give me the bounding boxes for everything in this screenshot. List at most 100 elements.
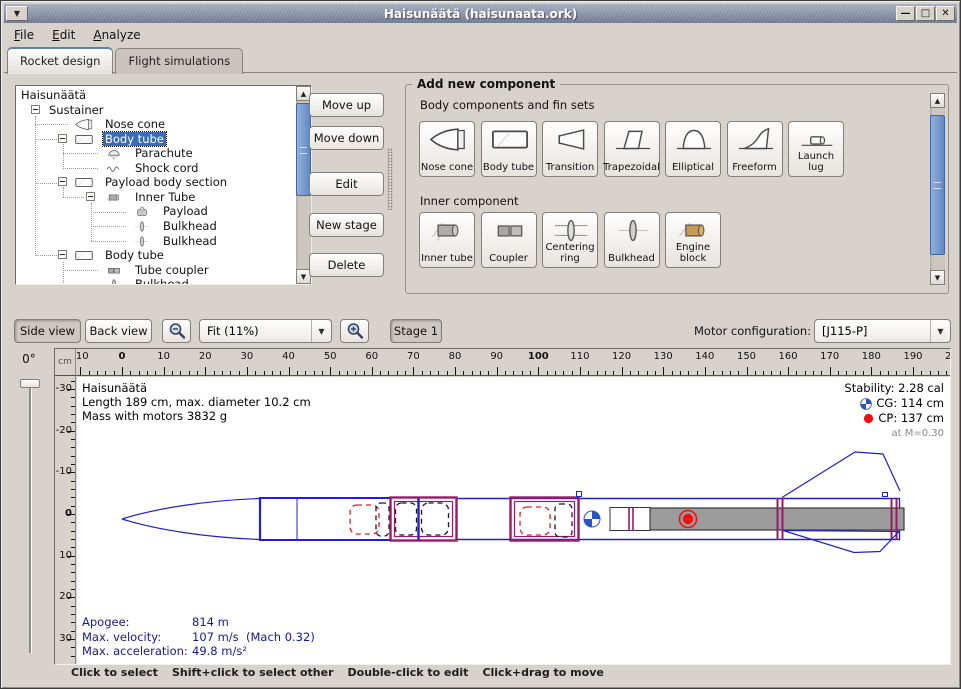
cp-legend-icon bbox=[863, 413, 874, 424]
tree-item-bulkhead[interactable]: Bulkhead bbox=[16, 234, 295, 248]
tree-item-nose-cone[interactable]: Nose cone bbox=[16, 117, 295, 131]
body-tube-icon bbox=[70, 176, 98, 189]
inner-tube-shape[interactable] bbox=[422, 503, 449, 535]
nose-cone-shape[interactable] bbox=[122, 497, 297, 541]
scrollbar-thumb[interactable] bbox=[930, 115, 945, 255]
forward-body-tube-shape[interactable] bbox=[260, 498, 391, 540]
tree-item-bulkhead[interactable]: Bulkhead bbox=[16, 219, 295, 233]
centering-ring-icon bbox=[549, 217, 593, 244]
tree-item-bulkhead[interactable]: Bulkhead bbox=[16, 277, 295, 285]
elliptical-icon bbox=[672, 126, 716, 153]
transition-icon bbox=[549, 126, 593, 153]
close-button[interactable]: ✕ bbox=[936, 6, 955, 21]
add-transition-button[interactable]: Transition bbox=[542, 121, 598, 177]
delete-button[interactable]: Delete bbox=[309, 253, 384, 277]
edit-button[interactable]: Edit bbox=[309, 172, 384, 196]
add-elliptical-button[interactable]: Elliptical bbox=[665, 121, 721, 177]
side-view-button[interactable]: Side view bbox=[14, 319, 81, 343]
window-controls: — □ ✕ bbox=[896, 6, 955, 21]
zoom-out-button[interactable] bbox=[162, 319, 191, 343]
tab-flight-simulations[interactable]: Flight simulations bbox=[115, 48, 243, 74]
bottom-fin-shape[interactable] bbox=[783, 531, 899, 553]
tab-rocket-design[interactable]: Rocket design bbox=[7, 47, 113, 74]
zoom-in-button[interactable] bbox=[340, 319, 369, 343]
component-tree[interactable]: HaisunäätäSustainerNose coneBody tubePar… bbox=[15, 85, 312, 285]
parachute-shape[interactable] bbox=[350, 505, 379, 534]
add-bulkhead-button[interactable]: Bulkhead bbox=[604, 212, 660, 268]
rotation-slider-handle[interactable] bbox=[20, 379, 40, 388]
tree-expand-toggle[interactable] bbox=[58, 134, 67, 143]
move-up-button[interactable]: Move up bbox=[309, 93, 384, 117]
tree-item-body-tube[interactable]: Body tube bbox=[16, 248, 295, 262]
horizontal-ruler: -100102030405060708090100110120130140150… bbox=[76, 349, 950, 376]
scroll-up-arrow-icon[interactable]: ▲ bbox=[930, 93, 945, 108]
back-view-button[interactable]: Back view bbox=[85, 319, 152, 343]
top-fin-shape[interactable] bbox=[782, 452, 900, 498]
tree-connector bbox=[63, 284, 98, 285]
coupler-icon bbox=[488, 217, 532, 244]
close-icon: ✕ bbox=[941, 9, 949, 19]
menu-bar: File Edit Analyze bbox=[5, 24, 956, 45]
add-body-tube-button[interactable]: Body tube bbox=[481, 121, 537, 177]
parachute2-shape[interactable] bbox=[520, 507, 550, 535]
tree-item-payload-body-section[interactable]: Payload body section bbox=[16, 175, 295, 189]
add-component-legend: Add new component bbox=[412, 77, 560, 91]
rotation-slider-track[interactable] bbox=[29, 388, 31, 653]
tree-item-haisun-t-[interactable]: Haisunäätä bbox=[16, 88, 295, 102]
tree-expand-toggle[interactable] bbox=[58, 177, 67, 186]
tree-item-tube-coupler[interactable]: Tube coupler bbox=[16, 263, 295, 277]
launch-lug-shape[interactable] bbox=[883, 493, 888, 497]
tree-item-inner-tube[interactable]: Inner Tube bbox=[16, 190, 295, 204]
tree-item-payload[interactable]: Payload bbox=[16, 204, 295, 218]
rotation-column: 0° bbox=[4, 348, 54, 661]
minimize-button[interactable]: — bbox=[896, 6, 915, 21]
add-centering-ring-button[interactable]: Centering ring bbox=[542, 212, 598, 268]
new-stage-button[interactable]: New stage bbox=[309, 213, 384, 237]
tree-expand-toggle[interactable] bbox=[86, 192, 95, 201]
tree-item-body-tube[interactable]: Body tube bbox=[16, 132, 295, 146]
inner-component-label: Inner component bbox=[420, 194, 519, 208]
body-components-label: Body components and fin sets bbox=[420, 98, 594, 112]
payload-body-section-shape[interactable] bbox=[391, 498, 457, 541]
payload-shape[interactable] bbox=[396, 503, 417, 535]
add-trapezoidal-button[interactable]: Trapezoidal bbox=[604, 121, 660, 177]
tube-coupler-shape[interactable] bbox=[511, 498, 579, 541]
ruler-unit-label: cm bbox=[55, 349, 76, 376]
cg-marker-icon bbox=[584, 511, 600, 527]
add-coupler-button[interactable]: Coupler bbox=[481, 212, 537, 268]
tree-item-parachute[interactable]: Parachute bbox=[16, 146, 295, 160]
component-panel-scrollbar[interactable]: ▲ ▼ bbox=[930, 93, 945, 285]
motor-configuration-label: Motor configuration: bbox=[694, 324, 811, 338]
inner-tube-icon bbox=[100, 191, 128, 204]
tree-item-sustainer[interactable]: Sustainer bbox=[16, 103, 295, 117]
motor-configuration-select[interactable]: [J115-P] ▼ bbox=[814, 319, 951, 343]
rocket-name: Haisunäätä bbox=[82, 381, 311, 395]
add-engine-block-button[interactable]: Engine block bbox=[665, 212, 721, 268]
add-launch-lug-button[interactable]: Launch lug bbox=[788, 121, 844, 177]
launch-lug-icon bbox=[795, 126, 839, 153]
tree-expand-toggle[interactable] bbox=[31, 105, 40, 114]
stage-1-toggle[interactable]: Stage 1 bbox=[390, 319, 442, 343]
maximize-icon: □ bbox=[921, 9, 930, 19]
add-nose-cone-button[interactable]: Nose cone bbox=[419, 121, 475, 177]
inner-tube-icon bbox=[426, 217, 470, 244]
vertical-splitter[interactable] bbox=[387, 148, 393, 210]
app-window: ▼ Haisunäätä (haisunaata.ork) — □ ✕ File… bbox=[0, 0, 961, 689]
add-freeform-button[interactable]: Freeform bbox=[727, 121, 783, 177]
maximize-button[interactable]: □ bbox=[916, 6, 935, 21]
motor-mount-tube-shape[interactable] bbox=[610, 508, 650, 531]
flight-info: Apogee:814 m Max. velocity:107 m/s (Mach… bbox=[82, 615, 315, 659]
tree-item-shock-cord[interactable]: Shock cord bbox=[16, 161, 295, 175]
rocket-canvas[interactable]: Haisunäätä Length 189 cm, max. diameter … bbox=[77, 377, 950, 664]
menu-edit[interactable]: Edit bbox=[43, 26, 84, 44]
shock-cord2-shape[interactable] bbox=[555, 504, 572, 537]
move-down-button[interactable]: Move down bbox=[309, 126, 384, 150]
menu-analyze[interactable]: Analyze bbox=[84, 26, 149, 44]
scroll-down-arrow-icon[interactable]: ▼ bbox=[930, 270, 945, 285]
body-tube-icon bbox=[70, 133, 98, 146]
tree-expand-toggle[interactable] bbox=[58, 250, 67, 259]
menu-file[interactable]: File bbox=[5, 26, 43, 44]
add-inner-tube-button[interactable]: Inner tube bbox=[419, 212, 475, 268]
zoom-level-select[interactable]: Fit (11%) ▼ bbox=[199, 319, 332, 343]
window-menu-button[interactable]: ▼ bbox=[6, 6, 28, 21]
